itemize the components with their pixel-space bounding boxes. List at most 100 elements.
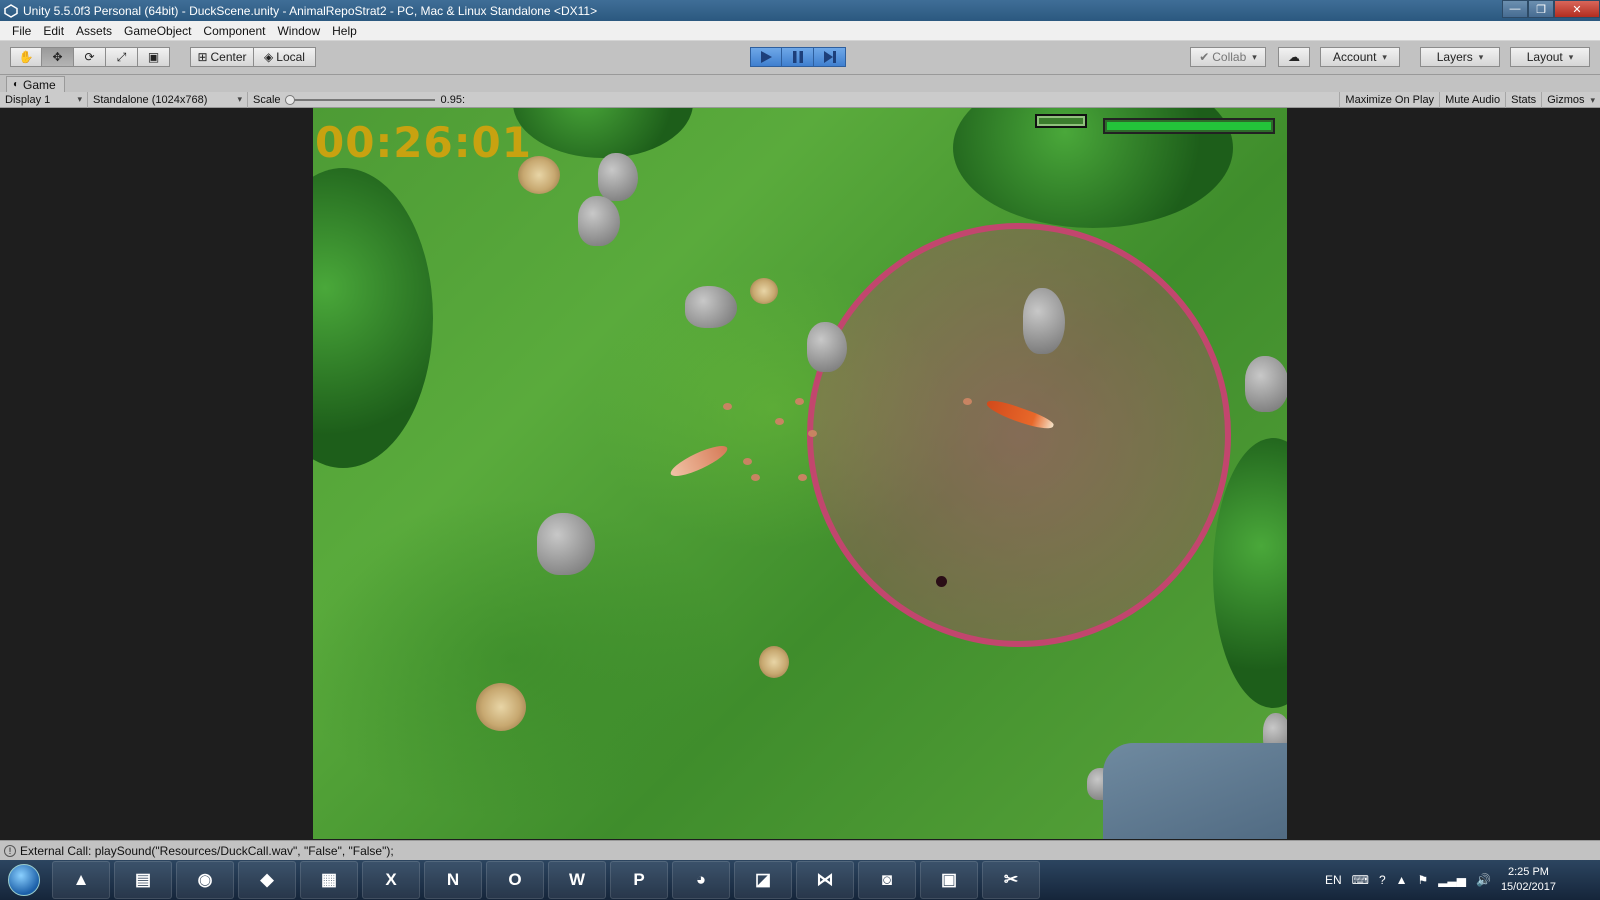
cloud-icon: ☁ <box>1288 50 1300 64</box>
game-controller-icon: ◐ <box>13 79 20 90</box>
word-icon: W <box>568 870 586 889</box>
taskbar-word-button[interactable]: W <box>548 861 606 899</box>
volume-icon[interactable]: 🔊 <box>1476 873 1491 887</box>
taskbar-vlc-button[interactable]: ▲ <box>52 861 110 899</box>
taskbar-github-desktop-button[interactable]: ◕ <box>672 861 730 899</box>
keyboard-icon[interactable]: ⌨ <box>1352 873 1369 887</box>
menu-window[interactable]: Window <box>271 24 326 38</box>
taskbar-file-explorer-button[interactable]: ▤ <box>114 861 172 899</box>
pause-button[interactable] <box>782 47 814 67</box>
rock <box>807 322 847 372</box>
clock-time: 2:25 PM <box>1507 866 1549 878</box>
taskbar-outlook-button[interactable]: O <box>486 861 544 899</box>
taskbar-unknown-app-button[interactable]: ◪ <box>734 861 792 899</box>
rock <box>1023 288 1065 354</box>
scale-slider-thumb[interactable] <box>284 94 295 105</box>
transform-tools: ✋ ✥ ⟳ ⤢ ▣ <box>10 47 170 67</box>
network-icon[interactable]: ▂▃▅ <box>1438 873 1466 887</box>
collab-label: Collab <box>1212 50 1247 64</box>
console-message: External Call: playSound("Resources/Duck… <box>20 843 394 858</box>
footprint <box>963 398 972 405</box>
taskbar-onenote-button[interactable]: N <box>424 861 482 899</box>
rect-tool-button[interactable]: ▣ <box>138 47 170 67</box>
rect-icon: ▣ <box>147 50 160 64</box>
menu-gameobject[interactable]: GameObject <box>118 24 197 38</box>
chrome-icon: ◉ <box>197 870 213 889</box>
taskbar-excel-button[interactable]: X <box>362 861 420 899</box>
display-dropdown[interactable]: Display 1 <box>0 91 88 108</box>
scale-value: 0.95: <box>440 93 465 106</box>
move-tool-button[interactable]: ✥ <box>42 47 74 67</box>
minimize-button[interactable]: — <box>1502 0 1528 18</box>
menu-assets[interactable]: Assets <box>70 24 118 38</box>
tree-stump <box>750 278 778 304</box>
collab-dropdown[interactable]: ✔ Collab <box>1190 47 1266 67</box>
menu-component[interactable]: Component <box>197 24 271 38</box>
unknown-app-icon: ◪ <box>754 870 772 889</box>
photo-viewer-icon: ▣ <box>940 870 958 889</box>
game-canvas[interactable]: 00:26:01 <box>313 108 1287 839</box>
play-button[interactable] <box>750 47 782 67</box>
layout-label: Layout <box>1526 50 1563 64</box>
restore-button[interactable]: ❐ <box>1528 0 1554 18</box>
step-button[interactable] <box>814 47 846 67</box>
language-indicator[interactable]: EN <box>1325 873 1342 887</box>
layers-dropdown[interactable]: Layers <box>1420 47 1500 67</box>
scale-label: Scale <box>253 93 281 106</box>
maximize-on-play-toggle[interactable]: Maximize On Play <box>1339 92 1439 108</box>
bush <box>313 168 433 468</box>
powerpoint-icon: P <box>633 870 645 889</box>
snipping-tool-icon: ✂ <box>1003 870 1019 889</box>
menu-edit[interactable]: Edit <box>37 24 70 38</box>
taskbar-photo-viewer-button[interactable]: ▣ <box>920 861 978 899</box>
action-center-icon[interactable]: ⚑ <box>1418 873 1429 887</box>
layout-dropdown[interactable]: Layout <box>1510 47 1590 67</box>
pivot-center-button[interactable]: ⊞ Center <box>190 47 254 67</box>
pivot-local-button[interactable]: ◈ Local <box>254 47 316 67</box>
gizmos-label: Gizmos <box>1547 94 1585 106</box>
scale-slider[interactable] <box>284 94 435 105</box>
cloud-button[interactable]: ☁ <box>1278 47 1310 67</box>
tray-expand-icon[interactable]: ▲ <box>1396 873 1408 887</box>
help-icon[interactable]: ? <box>1379 873 1386 887</box>
close-button[interactable]: ✕ <box>1554 0 1600 18</box>
system-tray: EN ⌨ ? ▲ ⚑ ▂▃▅ 🔊 2:25 PM 15/02/2017 <box>1325 860 1556 900</box>
scale-tool-button[interactable]: ⤢ <box>106 47 138 67</box>
taskbar-unity-button[interactable]: ◆ <box>238 861 296 899</box>
excel-icon: X <box>385 870 397 889</box>
detection-zone <box>807 223 1231 647</box>
onenote-icon: N <box>446 870 460 889</box>
health-bar-fill <box>1107 122 1271 130</box>
account-dropdown[interactable]: Account <box>1320 47 1400 67</box>
taskbar-calculator-button[interactable]: ▦ <box>300 861 358 899</box>
file-explorer-icon: ▤ <box>134 870 152 889</box>
pond <box>1103 743 1287 839</box>
hand-tool-button[interactable]: ✋ <box>10 47 42 67</box>
stats-toggle[interactable]: Stats <box>1505 92 1541 108</box>
cloud-group: ☁ <box>1278 47 1310 67</box>
target-marker <box>936 576 947 587</box>
clock[interactable]: 2:25 PM 15/02/2017 <box>1501 865 1556 895</box>
menu-file[interactable]: File <box>6 24 37 38</box>
footprint <box>795 398 804 405</box>
taskbar-snipping-tool-button[interactable]: ✂ <box>982 861 1040 899</box>
menu-help[interactable]: Help <box>326 24 363 38</box>
taskbar-powerpoint-button[interactable]: P <box>610 861 668 899</box>
health-bar <box>1103 118 1275 134</box>
taskbar-chrome-button[interactable]: ◉ <box>176 861 234 899</box>
resolution-dropdown[interactable]: Standalone (1024x768) <box>88 91 248 108</box>
layout-group: Layout <box>1510 47 1590 67</box>
console-status-bar[interactable]: ! External Call: playSound("Resources/Du… <box>0 840 1600 860</box>
unity-icon: ◆ <box>260 870 274 889</box>
mute-audio-toggle[interactable]: Mute Audio <box>1439 92 1505 108</box>
start-button[interactable] <box>0 860 48 900</box>
visual-studio-icon: ⋈ <box>816 870 834 889</box>
rotate-tool-button[interactable]: ⟳ <box>74 47 106 67</box>
gizmos-dropdown[interactable]: Gizmos <box>1541 92 1600 108</box>
windows-start-icon <box>8 864 40 896</box>
footprint <box>723 403 732 410</box>
taskbar-visual-studio-button[interactable]: ⋈ <box>796 861 854 899</box>
taskbar-discord-button[interactable]: ◙ <box>858 861 916 899</box>
tab-game[interactable]: ◐ Game <box>6 76 65 92</box>
main-toolbar: ✋ ✥ ⟳ ⤢ ▣ ⊞Center ◈Local ✔Collab ☁ Accou… <box>0 41 1600 75</box>
